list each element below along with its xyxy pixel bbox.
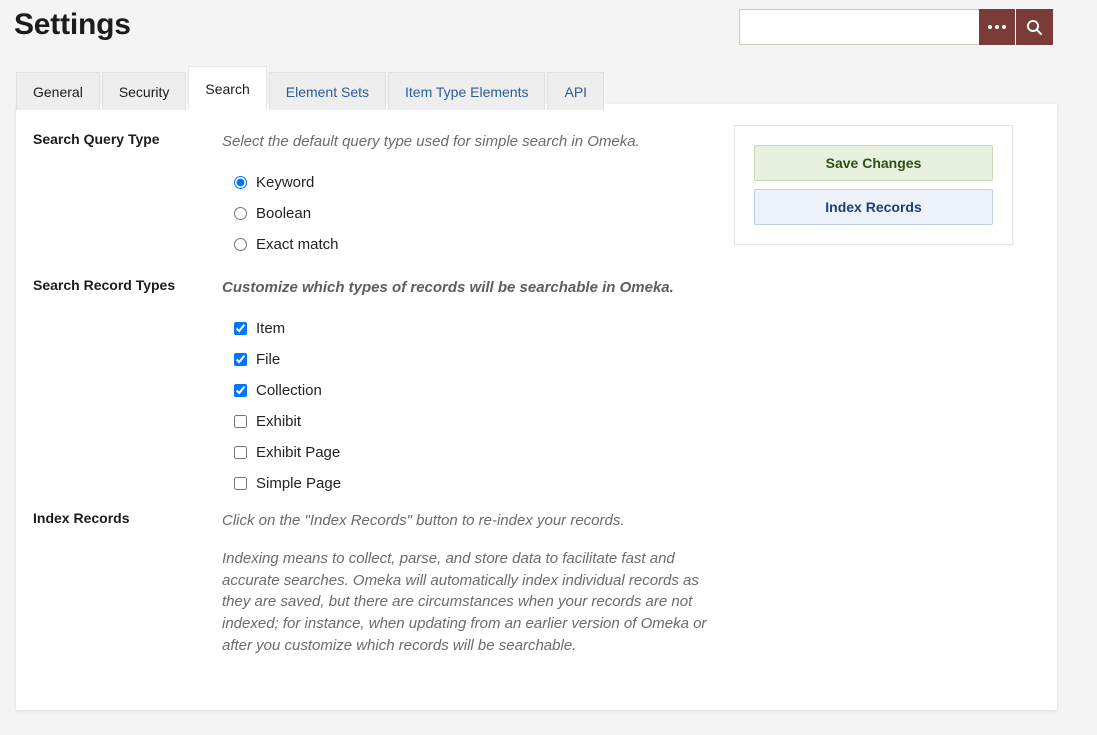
tab-item-type-elements[interactable]: Item Type Elements xyxy=(388,72,546,110)
record-types-checkbox-group: Item File Collection Exhibit Exhibit Pag… xyxy=(222,313,674,499)
checkbox-option-exhibit[interactable]: Exhibit xyxy=(222,406,674,437)
tab-element-sets[interactable]: Element Sets xyxy=(268,72,387,110)
field-label-query-type: Search Query Type xyxy=(33,131,160,147)
checkbox-exhibit-page[interactable] xyxy=(234,445,247,459)
checkbox-label-file[interactable]: File xyxy=(256,351,280,368)
checkbox-label-item[interactable]: Item xyxy=(256,320,285,337)
action-panel: Save Changes Index Records xyxy=(734,125,1013,245)
query-type-radio-group: Keyword Boolean Exact match xyxy=(222,167,640,260)
checkbox-label-exhibit-page[interactable]: Exhibit Page xyxy=(256,444,340,461)
checkbox-exhibit[interactable] xyxy=(234,414,247,428)
tab-search[interactable]: Search xyxy=(188,66,267,110)
tab-security[interactable]: Security xyxy=(101,72,187,110)
radio-label-boolean[interactable]: Boolean xyxy=(256,205,311,222)
checkbox-label-collection[interactable]: Collection xyxy=(256,382,322,399)
advanced-search-button[interactable] xyxy=(979,9,1016,45)
checkbox-file[interactable] xyxy=(234,352,247,366)
search-input[interactable] xyxy=(739,9,979,45)
ellipsis-icon xyxy=(988,25,1006,29)
checkbox-option-item[interactable]: Item xyxy=(222,313,674,344)
field-label-record-types: Search Record Types xyxy=(33,277,176,293)
radio-option-boolean[interactable]: Boolean xyxy=(222,198,640,229)
checkbox-label-exhibit[interactable]: Exhibit xyxy=(256,413,301,430)
settings-panel: Search Query Type Select the default que… xyxy=(16,104,1057,710)
checkbox-option-simple-page[interactable]: Simple Page xyxy=(222,468,674,499)
radio-option-keyword[interactable]: Keyword xyxy=(222,167,640,198)
checkbox-option-file[interactable]: File xyxy=(222,344,674,375)
index-records-paragraph: Indexing means to collect, parse, and st… xyxy=(222,549,707,654)
checkbox-label-simple-page[interactable]: Simple Page xyxy=(256,475,341,492)
field-body-query-type: Select the default query type used for s… xyxy=(222,131,640,260)
radio-option-exact-match[interactable]: Exact match xyxy=(222,229,640,260)
radio-label-exact-match[interactable]: Exact match xyxy=(256,236,339,253)
radio-exact-match[interactable] xyxy=(234,237,247,251)
index-records-button[interactable]: Index Records xyxy=(754,189,993,225)
save-changes-button[interactable]: Save Changes xyxy=(754,145,993,181)
page-title: Settings xyxy=(14,8,131,41)
search-submit-button[interactable] xyxy=(1016,9,1053,45)
field-label-index-records: Index Records xyxy=(33,510,130,526)
settings-page: Settings General Security Search Element… xyxy=(0,0,1097,735)
radio-boolean[interactable] xyxy=(234,206,247,220)
search-icon xyxy=(1026,19,1042,35)
site-search xyxy=(739,9,1053,45)
checkbox-item[interactable] xyxy=(234,321,247,335)
query-type-description: Select the default query type used for s… xyxy=(222,133,640,150)
tab-general[interactable]: General xyxy=(16,72,100,110)
field-body-index-records: Click on the "Index Records" button to r… xyxy=(222,510,722,657)
checkbox-option-collection[interactable]: Collection xyxy=(222,375,674,406)
checkbox-collection[interactable] xyxy=(234,383,247,397)
checkbox-simple-page[interactable] xyxy=(234,476,247,490)
checkbox-option-exhibit-page[interactable]: Exhibit Page xyxy=(222,437,674,468)
record-types-description: Customize which types of records will be… xyxy=(222,279,674,296)
settings-tabs: General Security Search Element Sets Ite… xyxy=(16,66,605,110)
radio-keyword[interactable] xyxy=(234,175,247,189)
tab-api[interactable]: API xyxy=(547,72,605,110)
radio-label-keyword[interactable]: Keyword xyxy=(256,174,314,191)
index-records-description: Click on the "Index Records" button to r… xyxy=(222,512,625,529)
field-body-record-types: Customize which types of records will be… xyxy=(222,277,674,499)
